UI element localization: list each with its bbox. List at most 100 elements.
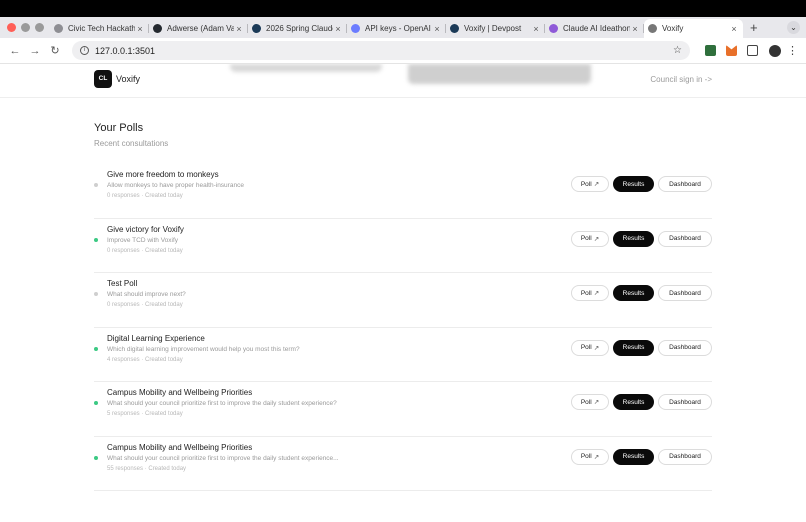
- browser-tab[interactable]: Adwerse (Adam Va ×: [149, 19, 248, 38]
- browser-tab[interactable]: Civic Tech Hackath ×: [50, 19, 149, 38]
- forward-button[interactable]: →: [28, 45, 42, 57]
- results-button[interactable]: Results: [613, 448, 654, 465]
- council-signin-link[interactable]: Council sign in ->: [650, 75, 712, 84]
- close-tab-icon[interactable]: ×: [729, 24, 739, 34]
- back-button[interactable]: ←: [8, 45, 22, 57]
- poll-button[interactable]: Poll ↗: [571, 394, 609, 410]
- close-tab-icon[interactable]: ×: [630, 24, 640, 34]
- status-dot: [94, 292, 98, 296]
- close-tab-icon[interactable]: ×: [531, 24, 541, 34]
- poll-title: Give victory for Voxify: [107, 224, 184, 234]
- poll-actions: Poll ↗ Results Dashboard: [571, 230, 712, 247]
- openai-icon: [351, 24, 360, 33]
- dashboard-button[interactable]: Dashboard: [658, 448, 712, 465]
- extensions-puzzle-icon[interactable]: [747, 45, 758, 56]
- browser-tab[interactable]: 2026 Spring Claude ×: [248, 19, 347, 38]
- close-tab-icon[interactable]: ×: [135, 24, 145, 34]
- poll-button-label: Poll: [580, 289, 592, 297]
- minimize-window-button[interactable]: [21, 23, 30, 32]
- results-button[interactable]: Results: [613, 394, 654, 410]
- browser-tab[interactable]: Voxify | Devpost ×: [446, 19, 545, 38]
- dashboard-button[interactable]: Dashboard: [658, 230, 712, 247]
- close-tab-icon[interactable]: ×: [234, 24, 244, 34]
- github-icon: [153, 24, 162, 33]
- poll-list: Give more freedom to monkeys Allow monkey…: [94, 164, 712, 491]
- site-header: CL Voxify Council sign in ->: [0, 64, 806, 98]
- external-link-icon: ↗: [593, 290, 600, 297]
- site-info-icon[interactable]: i: [80, 46, 89, 55]
- tab-search-button[interactable]: ⌄: [787, 21, 800, 34]
- external-link-icon: ↗: [593, 399, 600, 406]
- profile-avatar[interactable]: [769, 44, 781, 57]
- tab-title: Voxify | Devpost: [464, 24, 522, 33]
- poll-description: What should improve next?: [107, 291, 186, 298]
- url-text[interactable]: 127.0.0.1:3501: [95, 46, 673, 56]
- external-link-icon: ↗: [593, 453, 600, 461]
- poll-description: Improve TCD with Voxify: [107, 236, 179, 244]
- external-link-icon: ↗: [593, 181, 600, 188]
- poll-title: Test Poll: [107, 279, 138, 288]
- poll-button-label: Poll: [580, 453, 592, 460]
- polls-section: Your Polls Recent consultations Give mor…: [94, 122, 712, 491]
- poll-button[interactable]: Poll ↗: [571, 230, 609, 247]
- new-tab-button[interactable]: +: [750, 20, 758, 35]
- poll-description: Allow monkeys to have proper health-insu…: [107, 182, 244, 189]
- blurred-region: [230, 64, 382, 72]
- poll-actions: Poll ↗ Results Dashboard: [571, 339, 712, 356]
- poll-row: Digital Learning Experience Which digital…: [94, 328, 712, 382]
- globe-icon: [648, 24, 657, 33]
- poll-button[interactable]: Poll ↗: [571, 176, 609, 192]
- poll-text: Give victory for Voxify Improve TCD with …: [107, 225, 184, 254]
- blurred-region: [408, 64, 591, 84]
- results-button[interactable]: Results: [613, 285, 654, 301]
- results-button[interactable]: Results: [613, 230, 654, 247]
- site-logo[interactable]: CL: [94, 70, 112, 88]
- poll-button-label: Poll: [580, 398, 592, 406]
- poll-description: What should your council prioritize firs…: [107, 400, 337, 407]
- poll-row: Give more freedom to monkeys Allow monkey…: [94, 164, 712, 219]
- omnibox[interactable]: i 127.0.0.1:3501 ☆: [72, 41, 690, 60]
- bookmark-star-icon[interactable]: ☆: [673, 45, 682, 56]
- dashboard-button[interactable]: Dashboard: [658, 394, 712, 410]
- poll-button[interactable]: Poll ↗: [571, 285, 609, 301]
- page-viewport: CL Voxify Council sign in -> Your Polls …: [0, 64, 806, 501]
- maximize-window-button[interactable]: [35, 23, 44, 32]
- browser-tab[interactable]: API keys - OpenAI ×: [347, 19, 446, 38]
- results-button[interactable]: Results: [613, 339, 654, 356]
- dashboard-button[interactable]: Dashboard: [658, 285, 712, 301]
- poll-button-label: Poll: [580, 180, 592, 188]
- tab-title: 2026 Spring Claude: [266, 24, 333, 33]
- extension-green-icon[interactable]: [705, 45, 716, 56]
- poll-button[interactable]: Poll ↗: [571, 448, 609, 465]
- extension-metamask-icon[interactable]: [726, 45, 737, 56]
- browser-tab[interactable]: Voxify ×: [644, 19, 743, 38]
- tab-title: Civic Tech Hackath: [68, 24, 135, 33]
- brand-name[interactable]: Voxify: [116, 74, 140, 84]
- close-tab-icon[interactable]: ×: [432, 24, 442, 34]
- tab-title: API keys - OpenAI: [365, 24, 431, 33]
- close-window-button[interactable]: [7, 23, 16, 32]
- poll-meta: 0 responses · Created today: [107, 193, 183, 199]
- poll-description: Which digital learning improvement would…: [107, 345, 300, 353]
- dashboard-button[interactable]: Dashboard: [658, 176, 712, 192]
- page-subtitle: Recent consultations: [94, 139, 169, 148]
- dashboard-button[interactable]: Dashboard: [658, 339, 712, 356]
- poll-meta: 0 responses · Created today: [107, 302, 183, 308]
- poll-actions: Poll ↗ Results Dashboard: [571, 448, 712, 465]
- poll-button[interactable]: Poll ↗: [571, 339, 609, 356]
- browser-tab[interactable]: Claude AI Ideathon ×: [545, 19, 644, 38]
- poll-meta: 0 responses · Created today: [107, 247, 183, 254]
- poll-meta: 4 responses · Created today: [107, 356, 183, 363]
- reload-button[interactable]: ↻: [48, 44, 62, 57]
- window-controls: [7, 23, 44, 32]
- status-dot: [94, 346, 98, 351]
- poll-text: Test Poll What should improve next? 0 resp…: [107, 279, 186, 308]
- close-tab-icon[interactable]: ×: [333, 24, 343, 34]
- browser-menu-icon[interactable]: ⋮: [787, 44, 798, 57]
- poll-button-label: Poll: [580, 235, 592, 242]
- results-button[interactable]: Results: [613, 176, 654, 192]
- address-bar-row: ← → ↻ i 127.0.0.1:3501 ☆ ⋮: [0, 38, 806, 64]
- poll-row: Campus Mobility and Wellbeing Priorities…: [94, 382, 712, 437]
- poll-row: Test Poll What should improve next? 0 resp…: [94, 273, 712, 328]
- poll-actions: Poll ↗ Results Dashboard: [571, 176, 712, 192]
